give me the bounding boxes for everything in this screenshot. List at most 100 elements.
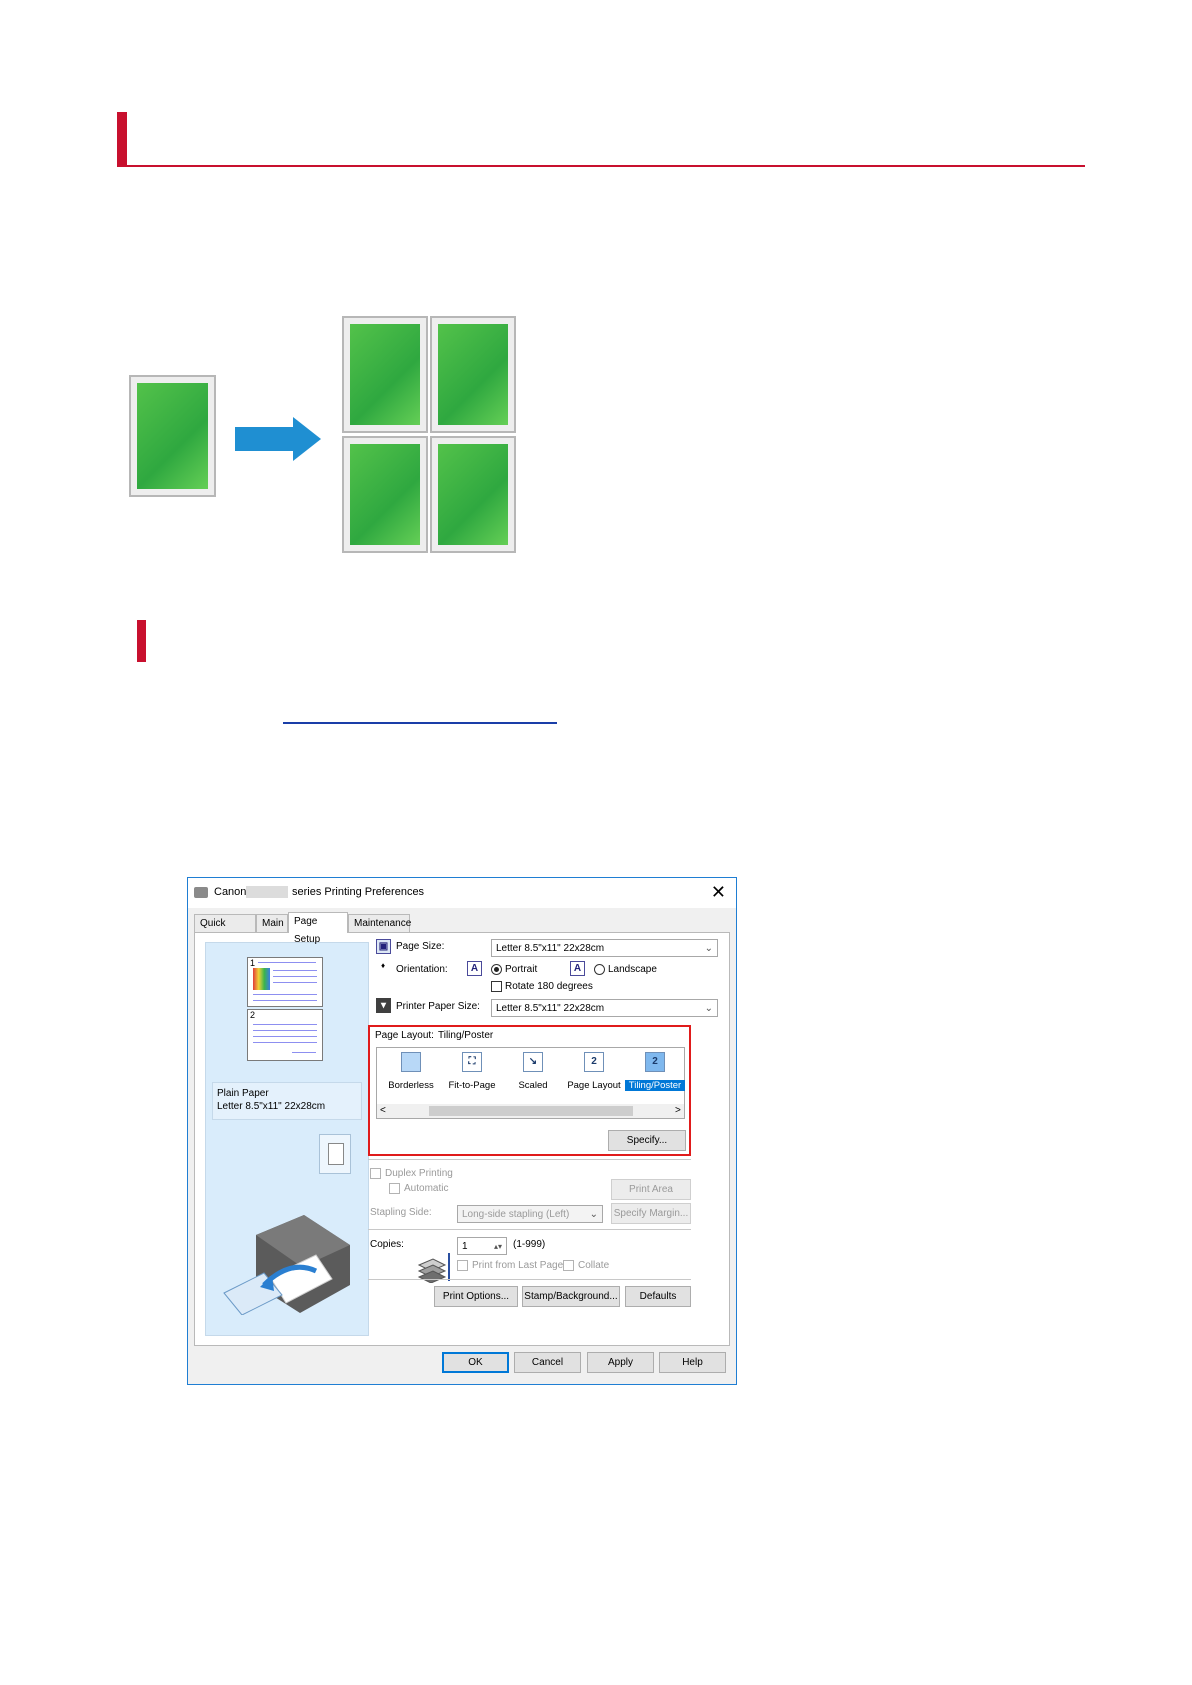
settings-link[interactable] bbox=[283, 700, 557, 724]
paper-info-box: Plain Paper Letter 8.5"x11" 22x28cm bbox=[212, 1082, 362, 1120]
dog-photo-image bbox=[137, 383, 208, 489]
tiling-poster-icon: 2 bbox=[645, 1052, 665, 1072]
arrow-head-icon bbox=[293, 417, 321, 461]
printer-paper-size-icon: ▾ bbox=[376, 998, 391, 1013]
arrow-icon bbox=[235, 427, 295, 451]
help-button[interactable]: Help bbox=[659, 1352, 726, 1373]
orientation-label: Orientation: bbox=[396, 964, 448, 975]
chevron-down-icon: ⌄ bbox=[589, 1209, 598, 1220]
preview-pane: 1 2 Plain Paper Letter 8.5"x11" 22x28cm bbox=[205, 942, 369, 1336]
cancel-button[interactable]: Cancel bbox=[514, 1352, 581, 1373]
defaults-button[interactable]: Defaults bbox=[625, 1286, 691, 1307]
portrait-label: Portrait bbox=[505, 964, 538, 975]
automatic-checkbox[interactable] bbox=[389, 1183, 400, 1194]
paper-orientation-icon bbox=[319, 1134, 351, 1174]
page-size-select[interactable]: Letter 8.5"x11" 22x28cm ⌄ bbox=[491, 939, 718, 957]
layout-page-layout-label: Page Layout bbox=[567, 1080, 621, 1091]
poster-tile-2 bbox=[430, 316, 516, 433]
page-size-icon: ▣ bbox=[376, 939, 391, 954]
layout-scaled-label: Scaled bbox=[518, 1080, 548, 1091]
stamp-background-button[interactable]: Stamp/Background... bbox=[522, 1286, 620, 1307]
layout-fit-to-page[interactable]: ⛶ Fit-to-Page bbox=[442, 1052, 502, 1096]
dialog-title-prefix: Canon bbox=[214, 886, 247, 898]
heading-underline bbox=[117, 165, 1085, 167]
page-size-value: Letter 8.5"x11" 22x28cm bbox=[496, 943, 605, 954]
close-icon[interactable]: ✕ bbox=[711, 882, 726, 903]
preview-page-number: 2 bbox=[250, 1010, 256, 1020]
scrollbar-thumb[interactable] bbox=[429, 1106, 633, 1116]
automatic-label: Automatic bbox=[404, 1183, 449, 1194]
printer-paper-size-select[interactable]: Letter 8.5"x11" 22x28cm ⌄ bbox=[491, 999, 718, 1017]
page-setup-panel: 1 2 Plain Paper Letter 8.5"x11" 22x28cm bbox=[194, 932, 730, 1346]
printing-preferences-dialog: Canon series Printing Preferences ✕ Quic… bbox=[187, 877, 737, 1385]
model-name-redacted bbox=[246, 886, 288, 898]
tab-main[interactable]: Main bbox=[256, 914, 288, 932]
copies-spinner[interactable]: 1 ▴▾ bbox=[457, 1237, 507, 1255]
collate-label: Collate bbox=[578, 1260, 610, 1271]
specify-button[interactable]: Specify... bbox=[608, 1130, 686, 1151]
scaled-icon: ↘ bbox=[523, 1052, 543, 1072]
poster-tile-4 bbox=[430, 436, 516, 553]
layout-page-layout[interactable]: 2 Page Layout bbox=[564, 1052, 624, 1096]
original-photo bbox=[129, 375, 216, 497]
duplex-printing-label: Duplex Printing bbox=[385, 1168, 453, 1179]
print-from-last-page-label: Print from Last Page bbox=[472, 1260, 564, 1271]
copies-label: Copies: bbox=[370, 1239, 404, 1250]
dialog-title-suffix: series Printing Preferences bbox=[292, 886, 425, 898]
layout-tiling-poster[interactable]: 2 Tiling/Poster bbox=[625, 1052, 685, 1096]
layout-tiling-poster-label: Tiling/Poster bbox=[625, 1080, 685, 1091]
portrait-radio[interactable] bbox=[491, 964, 502, 975]
heading-accent-bar bbox=[117, 112, 127, 166]
paper-size-label: Letter 8.5"x11" 22x28cm bbox=[217, 1101, 326, 1112]
printer-illustration-icon bbox=[223, 1215, 350, 1315]
copies-range-label: (1-999) bbox=[513, 1239, 546, 1250]
landscape-label: Landscape bbox=[608, 964, 657, 975]
page-layout-icon: 2 bbox=[584, 1052, 604, 1072]
collate-checkbox[interactable] bbox=[563, 1260, 574, 1271]
chevron-down-icon: ⌄ bbox=[704, 1003, 713, 1014]
page-layout-group: Page Layout: Tiling/Poster Borderless ⛶ … bbox=[368, 1025, 691, 1156]
tab-maintenance[interactable]: Maintenance bbox=[348, 914, 411, 932]
tab-page-setup[interactable]: Page Setup bbox=[288, 912, 348, 945]
apply-button[interactable]: Apply bbox=[587, 1352, 654, 1373]
printer-paper-size-label: Printer Paper Size: bbox=[396, 1001, 480, 1012]
print-from-last-page-checkbox[interactable] bbox=[457, 1260, 468, 1271]
spinner-arrows-icon[interactable]: ▴▾ bbox=[494, 1238, 502, 1255]
layout-borderless[interactable]: Borderless bbox=[381, 1052, 441, 1096]
poster-tile-1 bbox=[342, 316, 428, 433]
scroll-left-icon[interactable]: < bbox=[380, 1105, 386, 1116]
specify-margin-button[interactable]: Specify Margin... bbox=[611, 1203, 691, 1224]
layout-borderless-label: Borderless bbox=[388, 1080, 434, 1091]
subheading-accent-bar bbox=[137, 620, 146, 662]
layout-scrollbar[interactable]: < > bbox=[377, 1104, 684, 1118]
borderless-icon bbox=[401, 1052, 421, 1072]
printer-icon bbox=[194, 887, 208, 898]
stapling-side-select[interactable]: Long-side stapling (Left) ⌄ bbox=[457, 1205, 603, 1223]
duplex-printing-checkbox[interactable] bbox=[370, 1168, 381, 1179]
rotate-180-label: Rotate 180 degrees bbox=[505, 981, 593, 992]
preview-page-number: 1 bbox=[250, 958, 256, 968]
landscape-icon: A bbox=[570, 961, 585, 976]
portrait-icon: A bbox=[467, 961, 482, 976]
layout-scaled[interactable]: ↘ Scaled bbox=[503, 1052, 563, 1096]
page-layout-list: Borderless ⛶ Fit-to-Page ↘ Scaled 2 Page… bbox=[376, 1047, 685, 1119]
tab-quick-setup[interactable]: Quick Setup bbox=[194, 914, 256, 947]
stapling-side-value: Long-side stapling (Left) bbox=[462, 1209, 570, 1220]
orientation-bullet-icon: ♦ bbox=[381, 961, 386, 970]
landscape-radio[interactable] bbox=[594, 964, 605, 975]
page-layout-value: Tiling/Poster bbox=[438, 1030, 494, 1041]
page-size-label: Page Size: bbox=[396, 941, 445, 952]
copies-value: 1 bbox=[462, 1241, 468, 1252]
print-area-setup-button[interactable]: Print Area Setup... bbox=[611, 1179, 691, 1214]
fit-to-page-icon: ⛶ bbox=[462, 1052, 482, 1072]
poster-tile-3 bbox=[342, 436, 428, 553]
page-layout-label: Page Layout: bbox=[375, 1030, 434, 1041]
preview-page-2: 2 bbox=[247, 1009, 323, 1061]
scroll-right-icon[interactable]: > bbox=[675, 1105, 681, 1116]
dialog-titlebar: Canon series Printing Preferences ✕ bbox=[188, 878, 736, 908]
ok-button[interactable]: OK bbox=[442, 1352, 509, 1373]
print-options-button[interactable]: Print Options... bbox=[434, 1286, 518, 1307]
stapling-side-label: Stapling Side: bbox=[370, 1207, 432, 1218]
rotate-180-checkbox[interactable] bbox=[491, 981, 502, 992]
chevron-down-icon: ⌄ bbox=[704, 943, 713, 954]
